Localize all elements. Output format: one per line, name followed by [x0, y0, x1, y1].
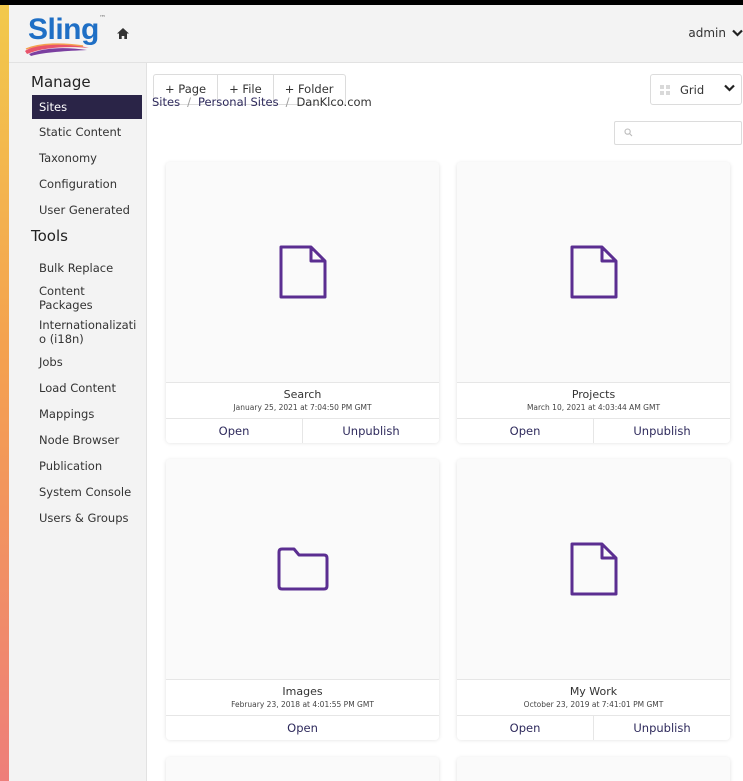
sidebar-item-label: Taxonomy	[39, 151, 97, 165]
sidebar-item-jobs[interactable]: Jobs	[9, 349, 146, 375]
sidebar-item-label: Configuration	[39, 177, 117, 191]
card-preview[interactable]	[166, 459, 439, 679]
sidebar-item-node-browser[interactable]: Node Browser	[9, 427, 146, 453]
content-card[interactable]	[457, 757, 730, 781]
content-card[interactable]: My Work October 23, 2019 at 7:41:01 PM G…	[457, 459, 730, 740]
open-button[interactable]: Open	[457, 716, 593, 740]
card-title: Search	[283, 388, 322, 401]
card-meta: Images February 23, 2018 at 4:01:55 PM G…	[166, 679, 439, 716]
card-actions: Open Unpublish	[457, 418, 730, 443]
search-input[interactable]	[637, 122, 741, 145]
card-title: My Work	[569, 685, 618, 698]
left-accent-stripe	[0, 5, 9, 781]
sidebar-item-label: User Generated	[39, 203, 130, 217]
sidebar-item-label: Publication	[39, 459, 103, 473]
sidebar-item-label: Node Browser	[39, 433, 120, 447]
sidebar-item-internationalization[interactable]: Internationalizatio (i18n)	[9, 315, 146, 349]
content-card[interactable]	[166, 757, 439, 781]
user-menu[interactable]: admin	[688, 26, 743, 40]
card-preview[interactable]	[457, 459, 730, 679]
file-icon	[570, 245, 617, 299]
card-meta: Search January 25, 2021 at 7:04:50 PM GM…	[166, 382, 439, 419]
card-actions: Open	[166, 715, 439, 740]
breadcrumb-current: DanKlco.com	[296, 95, 372, 109]
unpublish-button[interactable]: Unpublish	[593, 419, 730, 443]
sidebar-item-publication[interactable]: Publication	[9, 453, 146, 479]
sidebar-item-label: Load Content	[39, 381, 116, 395]
sidebar-item-label: Bulk Replace	[39, 261, 114, 275]
card-meta: My Work October 23, 2019 at 7:41:01 PM G…	[457, 679, 730, 716]
sidebar-item-label: Content Packages	[39, 284, 93, 312]
sidebar-item-configuration[interactable]: Configuration	[9, 171, 146, 197]
sidebar-item-users-groups[interactable]: Users & Groups	[9, 505, 146, 531]
sidebar-item-label: System Console	[39, 485, 132, 499]
user-name: admin	[688, 26, 726, 40]
open-button[interactable]: Open	[166, 419, 302, 443]
content-card[interactable]: Projects March 10, 2021 at 4:03:44 AM GM…	[457, 162, 730, 443]
sidebar-item-user-generated[interactable]: User Generated	[9, 197, 146, 223]
card-title: Images	[282, 685, 323, 698]
sidebar-item-static-content[interactable]: Static Content	[9, 119, 146, 145]
breadcrumb: Sites / Personal Sites / DanKlco.com	[152, 95, 372, 109]
sling-logo[interactable]: Sling ™	[23, 13, 113, 56]
open-button[interactable]: Open	[166, 716, 439, 740]
breadcrumb-personal-sites[interactable]: Personal Sites	[198, 95, 279, 109]
card-meta: Projects March 10, 2021 at 4:03:44 AM GM…	[457, 382, 730, 419]
sidebar-item-label: Internationalizatio (i18n)	[39, 318, 137, 346]
card-date: March 10, 2021 at 4:03:44 AM GMT	[526, 403, 661, 412]
sidebar-item-bulk-replace[interactable]: Bulk Replace	[9, 255, 146, 281]
sidebar-item-mappings[interactable]: Mappings	[9, 401, 146, 427]
chevron-down-icon	[732, 29, 743, 37]
card-date: October 23, 2019 at 7:41:01 PM GMT	[523, 700, 664, 709]
folder-icon	[277, 547, 328, 591]
card-title: Projects	[571, 388, 616, 401]
unpublish-button[interactable]: Unpublish	[593, 716, 730, 740]
card-actions: Open Unpublish	[457, 715, 730, 740]
view-mode-select[interactable]: Grid	[650, 74, 742, 105]
card-date: January 25, 2021 at 7:04:50 PM GMT	[233, 403, 372, 412]
content-card[interactable]: Search January 25, 2021 at 7:04:50 PM GM…	[166, 162, 439, 443]
sidebar-item-taxonomy[interactable]: Taxonomy	[9, 145, 146, 171]
search-icon	[624, 128, 633, 137]
breadcrumb-separator: /	[187, 95, 191, 109]
sidebar-item-content-packages[interactable]: Content Packages	[9, 281, 146, 315]
view-mode-label: Grid	[680, 82, 705, 97]
unpublish-button[interactable]: Unpublish	[302, 419, 439, 443]
file-icon	[570, 542, 617, 596]
breadcrumb-separator: /	[285, 95, 290, 109]
logo-trademark: ™	[99, 14, 106, 22]
search-box[interactable]	[614, 121, 742, 145]
sidebar-section-manage: Manage	[31, 73, 91, 91]
grid-icon	[660, 84, 670, 95]
content-card[interactable]: Images February 23, 2018 at 4:01:55 PM G…	[166, 459, 439, 740]
sidebar-item-system-console[interactable]: System Console	[9, 479, 146, 505]
card-date: February 23, 2018 at 4:01:55 PM GMT	[231, 700, 374, 709]
sidebar-item-label: Jobs	[39, 355, 63, 369]
sidebar-item-label: Mappings	[39, 407, 95, 421]
sidebar: Manage Sites Static Content Taxonomy Con…	[9, 63, 147, 781]
sidebar-item-label: Static Content	[39, 125, 122, 139]
card-actions: Open Unpublish	[166, 418, 439, 443]
sidebar-item-sites[interactable]: Sites	[32, 95, 142, 119]
open-button[interactable]: Open	[457, 419, 593, 443]
top-bar: Sling ™ admin	[9, 5, 743, 63]
card-preview[interactable]	[166, 162, 439, 382]
breadcrumb-sites[interactable]: Sites	[152, 95, 180, 109]
sidebar-item-label: Sites	[39, 100, 68, 114]
chevron-down-icon	[724, 84, 735, 92]
sidebar-section-tools: Tools	[31, 227, 68, 245]
app-window: Sling ™ admin Manage Sites Static Conten…	[9, 5, 743, 781]
home-icon[interactable]	[115, 26, 131, 42]
sidebar-item-label: Users & Groups	[39, 511, 129, 525]
logo-swoosh-icon	[25, 43, 89, 56]
sidebar-item-load-content[interactable]: Load Content	[9, 375, 146, 401]
card-preview[interactable]	[457, 162, 730, 382]
file-icon	[279, 245, 326, 299]
